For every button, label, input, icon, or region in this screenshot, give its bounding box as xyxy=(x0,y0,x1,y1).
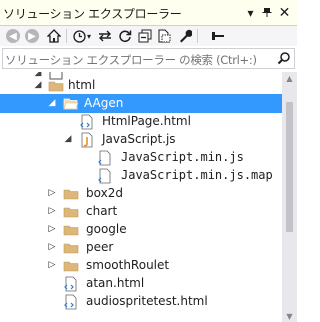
clock-icon xyxy=(73,29,86,43)
chevron-down-icon[interactable]: ▾ xyxy=(242,4,259,21)
collapse-all-button[interactable] xyxy=(136,26,154,46)
tree-item-smoothroulet[interactable]: ▷ smoothRoulet xyxy=(0,256,282,275)
scrollbar-thumb[interactable] xyxy=(286,102,293,232)
tree-item-label: JavaScript.min.js.map xyxy=(121,168,273,182)
html-file-icon xyxy=(80,114,93,130)
search-input[interactable]: ソリューション エクスプローラー の検索 (Ctrl+:) xyxy=(2,48,295,69)
close-icon[interactable]: ✕ xyxy=(276,4,293,21)
search-placeholder: ソリューション エクスプローラー の検索 (Ctrl+:) xyxy=(5,53,257,67)
back-arrow-icon: ◀ xyxy=(6,29,20,43)
tree-item-label: google xyxy=(86,222,127,236)
tree-item-label: box2d xyxy=(86,186,123,200)
collapsed-arrow-icon[interactable]: ▷ xyxy=(47,188,57,198)
tree-item-google[interactable]: ▷ google xyxy=(0,220,282,239)
tree-item-label: atan.html xyxy=(86,276,145,290)
tree-item-label: html xyxy=(68,78,96,92)
home-button[interactable] xyxy=(45,26,63,46)
show-all-files-button[interactable] xyxy=(155,26,173,46)
folder-icon xyxy=(63,207,79,218)
tree-item-javascript-js[interactable]: ◢ JavaScript.js xyxy=(0,130,282,149)
chevron-down-icon: ▾ xyxy=(86,31,91,41)
sync-with-active-document-button[interactable] xyxy=(96,26,114,46)
tree-item-htmlpage[interactable]: HtmlPage.html xyxy=(0,112,282,131)
tree-item-label: peer xyxy=(86,240,114,254)
tree-item-label: JavaScript.min.js xyxy=(121,150,244,164)
preview-selected-button[interactable] xyxy=(209,26,227,46)
folder-icon xyxy=(48,81,64,92)
toolbar-separator xyxy=(197,29,198,43)
tree-item-label: smoothRoulet xyxy=(86,258,170,272)
html-file-icon xyxy=(64,294,77,310)
title-bar: ソリューション エクスプローラー ▾ ✕ xyxy=(0,0,297,26)
refresh-icon xyxy=(119,30,132,43)
tree-item-label: JavaScript.js xyxy=(102,132,176,146)
back-button[interactable]: ◀ xyxy=(5,26,21,46)
folder-icon xyxy=(63,189,79,200)
pin-icon[interactable] xyxy=(258,3,275,20)
tree-item-box2d[interactable]: ▷ box2d xyxy=(0,184,282,203)
html-file-icon xyxy=(64,276,77,292)
tree-item-javascript-min-js[interactable]: JavaScript.min.js xyxy=(0,148,282,167)
tree-item-html[interactable]: ◢ html xyxy=(0,76,282,95)
window-title: ソリューション エクスプローラー xyxy=(3,7,182,21)
js-file-icon xyxy=(81,132,93,148)
collapsed-arrow-icon[interactable]: ▷ xyxy=(47,224,57,234)
tree-item-audiospritetest-html[interactable]: audiospritetest.html xyxy=(0,292,282,311)
search-icon[interactable] xyxy=(277,51,291,65)
collapse-all-icon xyxy=(138,29,152,43)
expanded-arrow-icon[interactable]: ◢ xyxy=(33,80,43,90)
forward-button[interactable]: ▶ xyxy=(24,26,40,46)
tree-item-label: HtmlPage.html xyxy=(102,114,191,128)
pending-changes-filter-button[interactable]: ▾ xyxy=(71,26,93,46)
tree-item-label: AAgen xyxy=(84,96,124,110)
tree-item-peer[interactable]: ▷ peer xyxy=(0,238,282,257)
tree-item-label: chart xyxy=(86,204,118,218)
vertical-scrollbar[interactable]: ▲ ▼ xyxy=(282,72,297,322)
folder-icon xyxy=(63,243,79,254)
refresh-button[interactable] xyxy=(116,26,134,46)
sync-icon xyxy=(99,30,111,42)
home-icon xyxy=(47,29,61,43)
solution-tree: ◢ ◢ html ◢ AAgen HtmlPage.html ◢ JavaScr… xyxy=(0,72,282,322)
collapsed-arrow-icon[interactable]: ▷ xyxy=(47,206,57,216)
collapsed-arrow-icon[interactable]: ▷ xyxy=(47,260,57,270)
tree-item-atan-html[interactable]: atan.html xyxy=(0,274,282,293)
wrench-icon xyxy=(180,29,192,43)
scroll-up-icon[interactable]: ▲ xyxy=(282,72,297,84)
scroll-down-icon[interactable]: ▼ xyxy=(282,310,297,322)
tree-item-label: audiospritetest.html xyxy=(86,294,208,308)
folder-icon xyxy=(63,261,79,272)
collapsed-arrow-icon[interactable]: ▷ xyxy=(47,242,57,252)
expanded-arrow-icon[interactable]: ◢ xyxy=(47,98,57,108)
open-folder-icon xyxy=(63,98,79,110)
expanded-arrow-icon[interactable]: ◢ xyxy=(63,134,73,144)
js-file-icon xyxy=(98,150,111,166)
js-file-icon xyxy=(98,168,111,184)
folder-icon xyxy=(63,225,79,236)
tree-item-javascript-min-js-map[interactable]: JavaScript.min.js.map xyxy=(0,166,282,185)
tree-item-chart[interactable]: ▷ chart xyxy=(0,202,282,221)
tree-item-aagen[interactable]: ◢ AAgen xyxy=(0,94,282,113)
forward-arrow-icon: ▶ xyxy=(25,29,39,43)
properties-button[interactable] xyxy=(176,26,194,46)
preview-icon xyxy=(212,32,224,40)
toolbar-separator xyxy=(66,29,67,43)
toolbar: ◀ ▶ ▾ xyxy=(0,26,297,46)
show-all-files-icon xyxy=(158,29,171,43)
